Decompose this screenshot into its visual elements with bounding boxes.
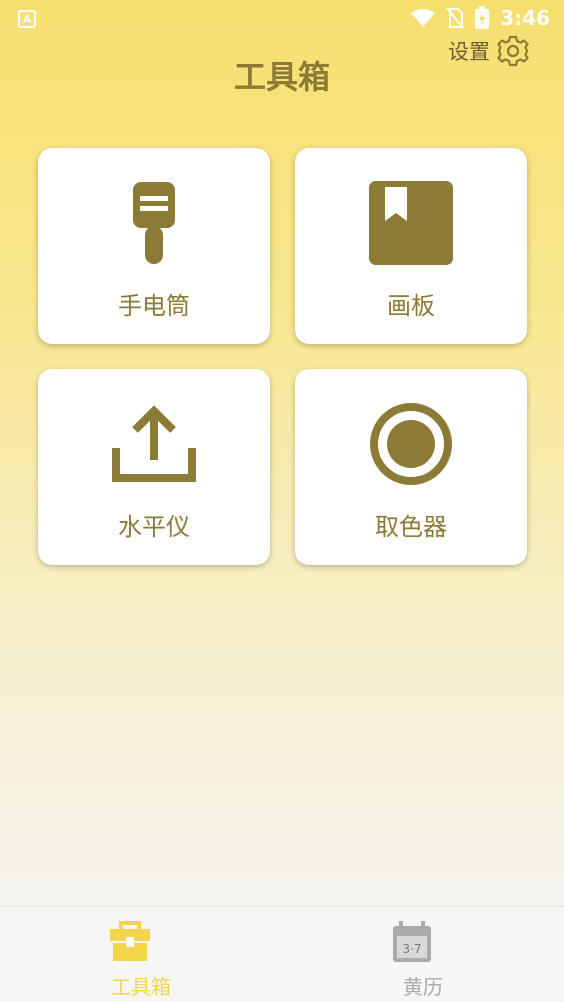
wifi-icon xyxy=(411,9,436,27)
app-notification-icon: A xyxy=(18,10,36,28)
tool-label: 水平仪 xyxy=(118,513,190,541)
bottom-navigation: 工具箱 3·7 黄历 xyxy=(0,906,564,1002)
calendar-icon: 3·7 xyxy=(393,921,431,962)
no-sim-icon xyxy=(446,7,465,29)
tool-label: 画板 xyxy=(387,292,435,320)
tool-card-level[interactable]: 水平仪 xyxy=(38,369,270,565)
tool-label: 手电筒 xyxy=(118,292,190,320)
gear-icon xyxy=(497,35,529,67)
book-bookmark-icon xyxy=(369,181,453,265)
nav-label: 黄历 xyxy=(403,975,443,999)
radio-circle-icon xyxy=(370,403,452,485)
nav-item-toolbox[interactable]: 工具箱 xyxy=(0,915,282,1002)
nav-label: 工具箱 xyxy=(111,975,171,999)
settings-label: 设置 xyxy=(448,40,490,64)
flashlight-icon xyxy=(133,182,175,264)
calendar-date-text: 3·7 xyxy=(402,942,421,956)
tool-card-color-picker[interactable]: 取色器 xyxy=(295,369,527,565)
tool-card-drawing-board[interactable]: 画板 xyxy=(295,148,527,344)
settings-button[interactable]: 设置 xyxy=(448,34,530,68)
nav-item-almanac[interactable]: 3·7 黄历 xyxy=(282,915,564,1002)
battery-charging-icon xyxy=(475,6,490,29)
tool-label: 取色器 xyxy=(375,513,447,541)
upload-tray-icon xyxy=(112,405,196,482)
status-time: 3:46 xyxy=(500,6,550,30)
tool-card-flashlight[interactable]: 手电筒 xyxy=(38,148,270,344)
toolbox-icon xyxy=(110,921,150,961)
